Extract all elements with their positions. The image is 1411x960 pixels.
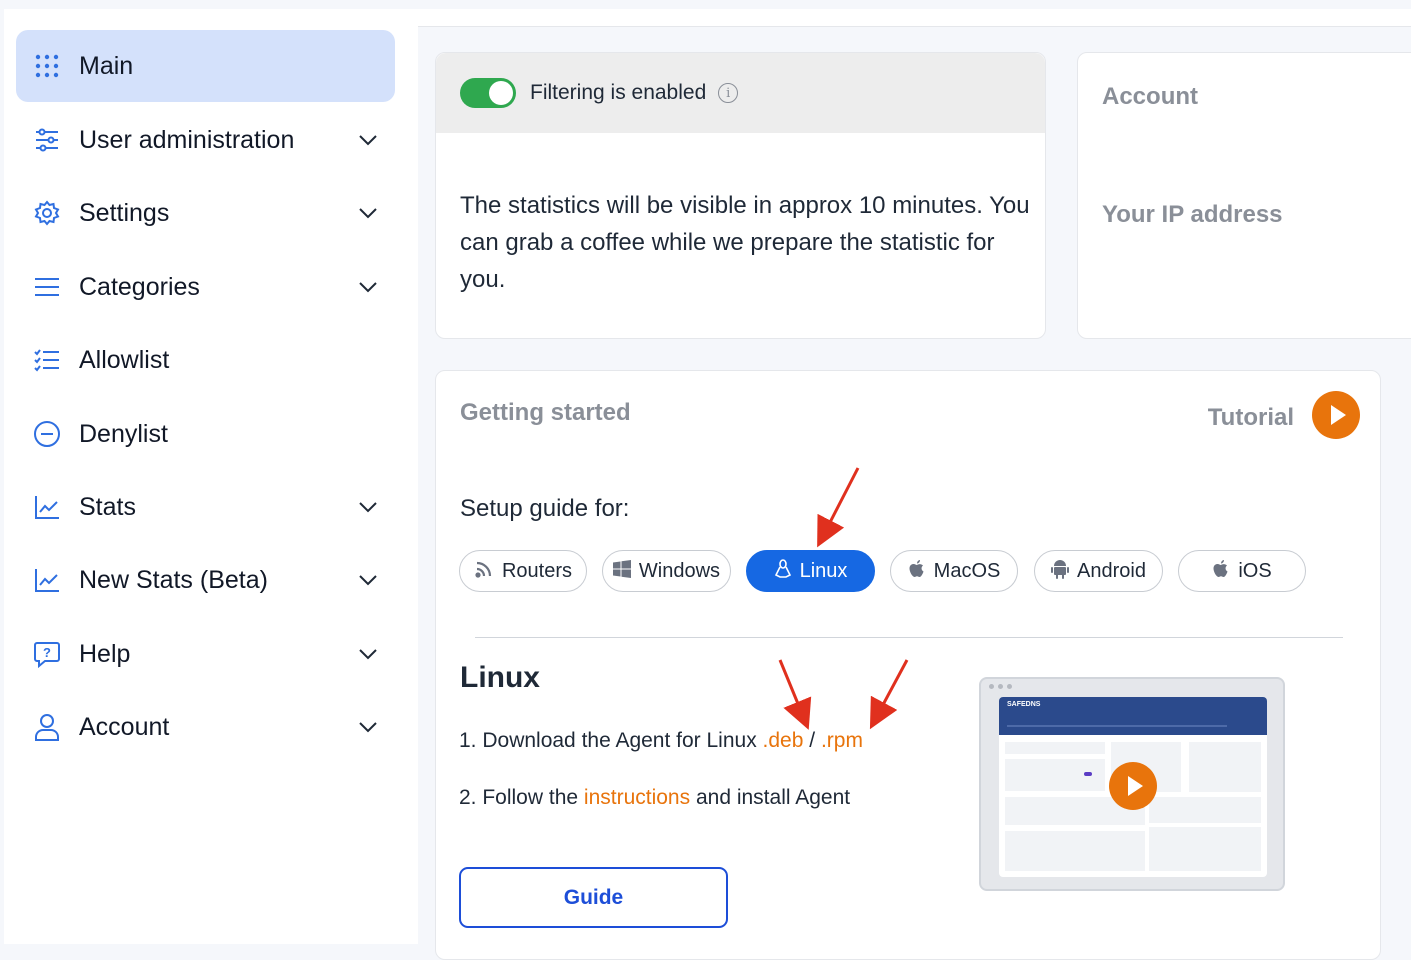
annotation-arrow-rpm [869, 659, 909, 730]
annotation-arrows [778, 467, 909, 730]
annotation-arrow-deb [778, 659, 812, 730]
annotation-arrow-linux [817, 467, 860, 548]
